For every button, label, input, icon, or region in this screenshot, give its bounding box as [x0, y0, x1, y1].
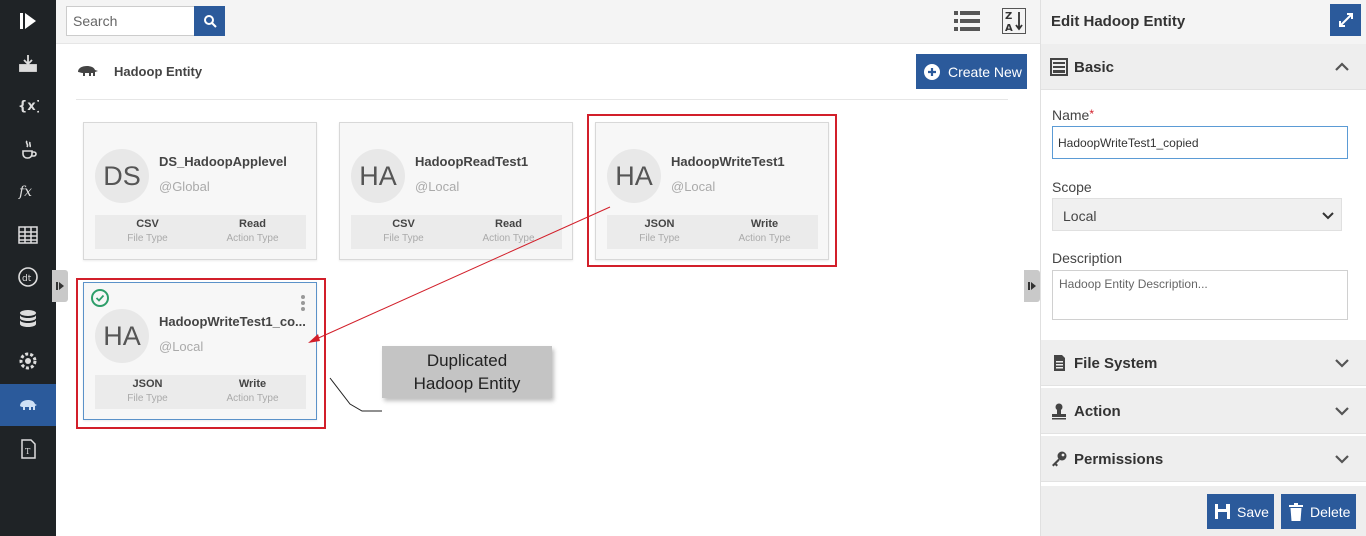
section-file-system-label: File System	[1074, 355, 1158, 372]
required-marker: *	[1089, 107, 1095, 121]
name-field-label: Name*	[1052, 107, 1094, 123]
edit-panel: Edit Hadoop Entity Basic Name* Scope Loc…	[1040, 0, 1366, 536]
app-logo-icon[interactable]	[0, 0, 56, 42]
panel-header: Edit Hadoop Entity	[1041, 0, 1366, 44]
section-permissions-label: Permissions	[1074, 451, 1164, 468]
delete-label: Delete	[1310, 503, 1351, 520]
datatype-icon[interactable]: dt	[0, 256, 56, 298]
database-icon[interactable]	[0, 298, 56, 340]
maximize-button[interactable]	[1330, 4, 1361, 36]
panel-footer: Save Delete	[1041, 486, 1366, 536]
trash-icon	[1289, 502, 1303, 521]
section-basic-label: Basic	[1074, 59, 1115, 76]
deploy-icon[interactable]	[0, 42, 56, 84]
file-icon	[1054, 355, 1065, 371]
callout-line-2: Hadoop Entity	[413, 374, 521, 393]
chevron-up-icon	[1335, 62, 1349, 71]
section-basic-header[interactable]: Basic	[1041, 44, 1366, 90]
function-icon[interactable]: fx	[0, 170, 56, 212]
settings-gear-icon[interactable]	[0, 340, 56, 382]
scope-selected-value: Local	[1063, 208, 1097, 224]
hadoop-elephant-icon[interactable]	[0, 384, 56, 426]
name-field[interactable]	[1052, 126, 1348, 159]
svg-text:T: T	[25, 447, 31, 456]
expand-icon	[1338, 13, 1353, 27]
save-label: Save	[1237, 503, 1269, 520]
name-label-text: Name	[1052, 107, 1090, 123]
section-action-header[interactable]: Action	[1041, 388, 1366, 434]
key-icon	[1052, 451, 1067, 467]
svg-text:{x}: {x}	[18, 99, 39, 114]
section-permissions-header[interactable]: Permissions	[1041, 436, 1366, 482]
svg-text:fx: fx	[18, 184, 32, 200]
java-icon[interactable]	[0, 128, 56, 170]
main-content: Z A Hadoop Entity Create New DS DS_Hadoo…	[52, 0, 1040, 536]
panel-title: Edit Hadoop Entity	[1051, 13, 1186, 30]
chevron-down-icon	[1322, 212, 1334, 220]
chevron-down-icon	[1335, 407, 1349, 416]
callout-line-1: Duplicated	[426, 351, 508, 370]
save-icon	[1215, 504, 1230, 519]
left-nav-rail: {x} fx dt T	[0, 0, 56, 536]
scope-select[interactable]: Local	[1052, 198, 1342, 231]
text-template-icon[interactable]: T	[0, 428, 56, 470]
variable-icon[interactable]: {x}	[0, 84, 56, 126]
annotation-callout: Duplicated Hadoop Entity	[382, 346, 552, 398]
chevron-down-icon	[1335, 455, 1349, 464]
scope-field-label: Scope	[1052, 179, 1092, 195]
stamp-icon	[1052, 403, 1066, 420]
save-button[interactable]: Save	[1207, 494, 1274, 529]
description-field-label: Description	[1052, 250, 1123, 266]
form-icon	[1050, 58, 1068, 76]
annotation-arrow	[308, 206, 611, 412]
section-file-system-header[interactable]: File System	[1041, 340, 1366, 386]
description-field[interactable]	[1052, 270, 1348, 320]
svg-text:dt: dt	[22, 274, 32, 284]
table-icon[interactable]	[0, 214, 56, 256]
delete-button[interactable]: Delete	[1281, 494, 1356, 529]
chevron-down-icon	[1335, 359, 1349, 368]
section-action-label: Action	[1074, 403, 1121, 420]
